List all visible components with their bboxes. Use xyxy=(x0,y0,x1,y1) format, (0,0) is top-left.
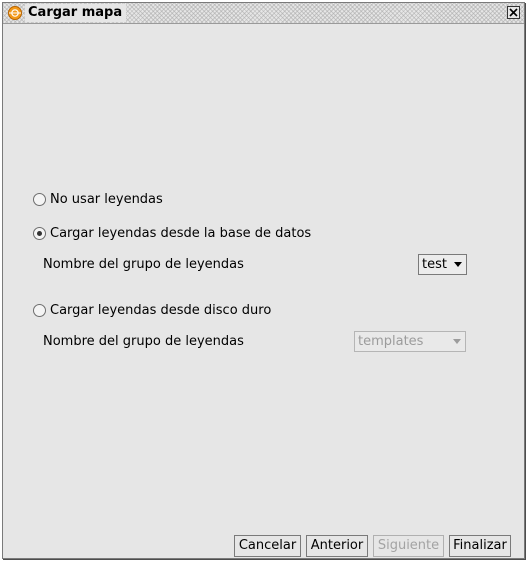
disk-group-select[interactable]: templates xyxy=(354,331,466,352)
database-group-name-label: Nombre del grupo de leyendas xyxy=(43,257,244,272)
previous-button[interactable]: Anterior xyxy=(306,535,368,557)
load-from-database-label: Cargar leyendas desde la base de datos xyxy=(50,225,312,241)
database-group-select[interactable]: test xyxy=(418,254,467,275)
load-from-database-option[interactable]: Cargar leyendas desde la base de datos xyxy=(33,224,311,242)
next-button[interactable]: Siguiente xyxy=(373,535,444,557)
window-title: Cargar mapa xyxy=(25,4,127,22)
dialog-window: Cargar mapa No usar leyendas Cargar leye… xyxy=(2,2,525,559)
load-from-disk-label: Cargar leyendas desde disco duro xyxy=(50,302,272,318)
finish-button[interactable]: Finalizar xyxy=(449,535,511,557)
database-group-value: test xyxy=(422,257,447,272)
title-bar[interactable]: Cargar mapa xyxy=(3,3,524,24)
close-icon[interactable] xyxy=(507,6,520,19)
chevron-down-icon xyxy=(453,339,461,344)
gvsig-globe-icon xyxy=(8,6,22,20)
load-from-disk-radio[interactable] xyxy=(33,303,46,317)
disk-group-name-label: Nombre del grupo de leyendas xyxy=(43,334,244,349)
no-legends-option[interactable]: No usar leyendas xyxy=(33,190,163,208)
load-from-database-radio[interactable] xyxy=(33,226,46,240)
no-legends-radio[interactable] xyxy=(33,192,46,206)
disk-group-value: templates xyxy=(358,334,424,349)
no-legends-label: No usar leyendas xyxy=(50,191,163,207)
cancel-button[interactable]: Cancelar xyxy=(234,535,301,557)
load-from-disk-option[interactable]: Cargar leyendas desde disco duro xyxy=(33,301,271,319)
chevron-down-icon xyxy=(454,262,462,267)
